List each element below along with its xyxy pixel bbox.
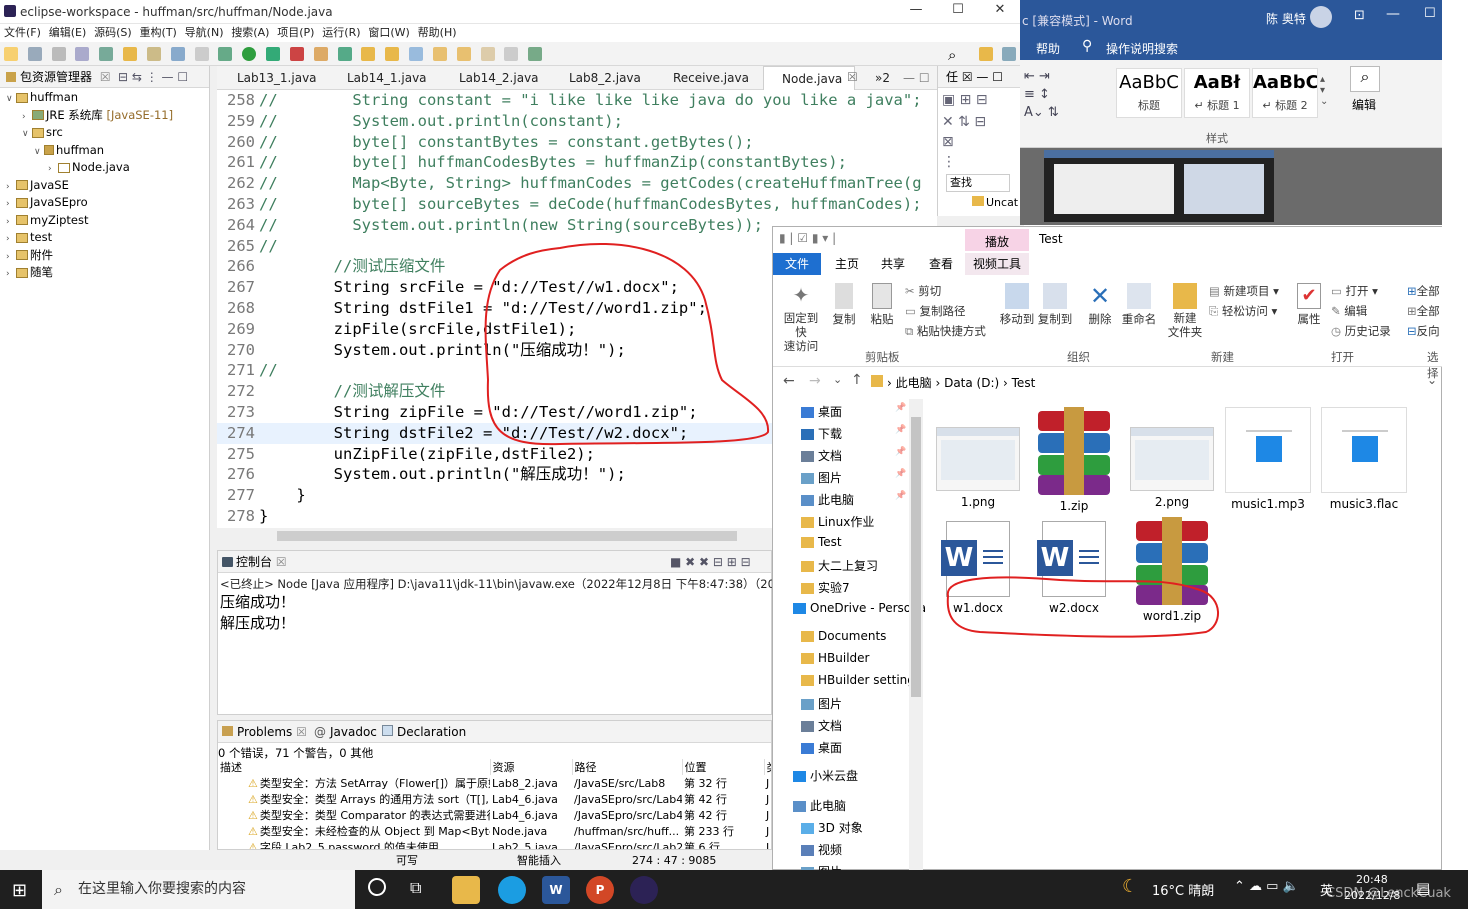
- taskbar: ⊞ ⌕ 在这里输入你要搜索的内容 ⧉ W P ☾ 16°C 晴朗 ⌃ ☁ ▭ 🔈…: [0, 870, 1468, 909]
- taskbar-search-placeholder: 在这里输入你要搜索的内容: [78, 881, 246, 897]
- search-icon: ⌕: [54, 880, 63, 899]
- annotation-layer: [484, 242, 1219, 638]
- cortana-icon[interactable]: [368, 878, 386, 896]
- weather-text[interactable]: 16°C 晴朗: [1152, 880, 1214, 899]
- watermark: CSDN @LenckCuak: [1326, 886, 1451, 901]
- windows-start-icon[interactable]: ⊞: [12, 880, 27, 901]
- powerpoint-icon[interactable]: P: [586, 876, 614, 904]
- taskbar-search[interactable]: ⌕ 在这里输入你要搜索的内容: [42, 870, 355, 909]
- edge-icon[interactable]: [498, 876, 526, 904]
- file-explorer-taskbar-icon[interactable]: [452, 876, 480, 904]
- task-view-icon[interactable]: ⧉: [410, 878, 421, 898]
- annotation-circle-code: [484, 242, 770, 446]
- word-taskbar-icon[interactable]: W: [542, 876, 570, 904]
- eclipse-taskbar-icon[interactable]: [630, 876, 658, 904]
- clock-time[interactable]: 20:48: [1356, 873, 1388, 886]
- notification-icon[interactable]: ▤: [1416, 879, 1430, 897]
- weather-icon: ☾: [1122, 876, 1139, 897]
- system-tray-icons[interactable]: ⌃ ☁ ▭ 🔈: [1234, 879, 1299, 894]
- annotation-circle-files: [946, 576, 1219, 638]
